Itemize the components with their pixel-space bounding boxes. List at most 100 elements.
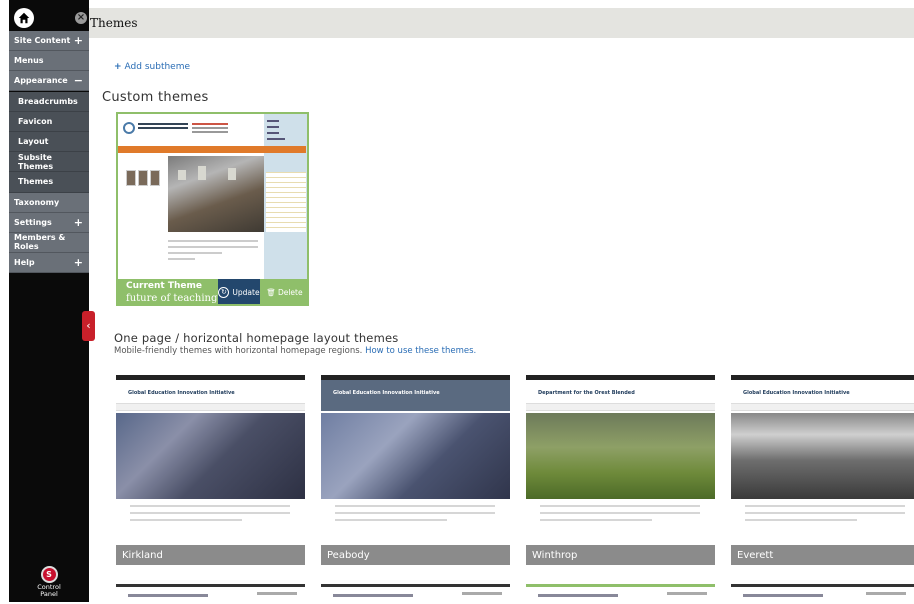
preview-menu	[116, 403, 305, 411]
preview-thumb	[126, 170, 136, 186]
plus-icon: +	[114, 62, 122, 72]
preview-thumbnails	[126, 170, 162, 190]
preview-link	[267, 126, 279, 128]
preview-site-name: Department for the Orest Blended	[538, 390, 635, 396]
preview-window	[228, 168, 236, 180]
add-subtheme-link[interactable]: + Add subtheme	[114, 62, 190, 72]
preview-logo-icon	[123, 122, 135, 134]
preview-link	[267, 138, 285, 140]
sidebar-item-taxonomy[interactable]: Taxonomy	[9, 192, 89, 213]
preview-line	[335, 512, 495, 514]
theme-card-row2-3[interactable]	[526, 584, 715, 604]
sidebar-subitem-themes[interactable]: Themes	[9, 172, 89, 193]
preview-hero	[116, 413, 305, 499]
theme-name: Winthrop	[526, 545, 715, 565]
preview-line	[168, 240, 258, 242]
theme-card-everett[interactable]: Global Education Innovation Initiative E…	[731, 375, 914, 565]
preview-hero	[731, 413, 914, 499]
control-panel-icon: S	[40, 566, 58, 583]
expand-icon[interactable]: +	[74, 216, 83, 229]
preview-title	[538, 594, 618, 597]
home-icon[interactable]	[14, 8, 34, 28]
preview-site-name: Global Education Innovation Initiative	[743, 390, 850, 396]
preview-links	[866, 592, 906, 595]
onepage-themes-description: Mobile-friendly themes with horizontal h…	[114, 346, 477, 356]
preview-line	[540, 519, 652, 521]
preview-top-bar	[731, 375, 914, 380]
current-theme-name: future of teaching	[126, 293, 218, 304]
expand-icon[interactable]: +	[74, 34, 83, 47]
admin-sidebar: × Site Content + Menus Appearance − Breadc…	[9, 0, 89, 602]
update-button[interactable]: ↻ Update	[218, 279, 260, 304]
theme-card-row2-2[interactable]	[321, 584, 510, 604]
preview-menu	[526, 403, 715, 411]
theme-name: Kirkland	[116, 545, 305, 565]
preview-site-name: Global Education Innovation Initiative	[128, 390, 235, 396]
preview-header-text	[192, 123, 228, 125]
sidebar-item-site-content[interactable]: Site Content +	[9, 31, 89, 51]
delete-button[interactable]: 🗑 Delete	[262, 279, 307, 304]
close-icon[interactable]: ×	[75, 12, 87, 24]
how-to-use-link[interactable]: How to use these themes.	[365, 346, 476, 356]
preview-text-lines	[335, 505, 495, 526]
preview-links	[462, 592, 502, 595]
sidebar-item-members-roles[interactable]: Members & Roles	[9, 232, 89, 253]
theme-name: Peabody	[321, 545, 510, 565]
trash-icon: 🗑	[266, 288, 276, 297]
preview-line	[745, 519, 857, 521]
sidebar-subitem-breadcrumbs[interactable]: Breadcrumbs	[9, 91, 89, 112]
preview-window	[198, 166, 206, 180]
preview-title	[128, 594, 208, 597]
theme-card-winthrop[interactable]: Department for the Orest Blended Winthro…	[526, 375, 715, 565]
preview-link	[267, 120, 279, 122]
theme-name: Everett	[731, 545, 914, 565]
control-panel-button[interactable]: S Control Panel	[35, 566, 63, 598]
control-panel-label: Control Panel	[37, 583, 61, 598]
sidebar-item-help[interactable]: Help +	[9, 253, 89, 274]
preview-line	[540, 512, 700, 514]
sidebar-item-menus[interactable]: Menus	[9, 51, 89, 72]
preview-hero	[321, 413, 510, 499]
preview-line	[130, 505, 290, 507]
collapse-icon[interactable]: −	[74, 74, 83, 87]
preview-site-name: Global Education Innovation Initiative	[333, 390, 440, 396]
preview-line	[130, 512, 290, 514]
preview-text-lines	[745, 505, 905, 526]
sidebar-subitem-favicon[interactable]: Favicon	[9, 111, 89, 132]
preview-link	[267, 132, 279, 134]
custom-theme-card[interactable]: Current Theme future of teaching ↻ Updat…	[116, 112, 309, 306]
preview-title	[743, 594, 823, 597]
sidebar-item-appearance[interactable]: Appearance −	[9, 71, 89, 92]
preview-title	[333, 594, 413, 597]
collapse-sidebar-icon[interactable]: ‹	[82, 311, 95, 341]
preview-calendar	[266, 172, 306, 232]
onepage-themes-heading: One page / horizontal homepage layout th…	[114, 331, 399, 345]
preview-line	[745, 512, 905, 514]
expand-icon[interactable]: +	[74, 256, 83, 269]
theme-card-peabody[interactable]: Global Education Innovation Initiative P…	[321, 375, 510, 565]
theme-card-kirkland[interactable]: Global Education Innovation Initiative K…	[116, 375, 305, 565]
preview-line	[130, 519, 242, 521]
preview-line	[540, 505, 700, 507]
theme-card-row2-1[interactable]	[116, 584, 305, 604]
refresh-icon: ↻	[218, 287, 230, 298]
preview-text-lines	[540, 505, 700, 526]
preview-thumb	[150, 170, 160, 186]
preview-line	[335, 505, 495, 507]
preview-links	[667, 592, 707, 595]
current-theme-bar: Current Theme future of teaching ↻ Updat…	[118, 279, 307, 304]
preview-links	[257, 592, 297, 595]
preview-logo-text	[138, 123, 188, 125]
preview-thumb	[138, 170, 148, 186]
preview-nav-bar	[118, 146, 306, 153]
sidebar-item-settings[interactable]: Settings +	[9, 212, 89, 233]
preview-line	[745, 505, 905, 507]
preview-text-lines	[168, 240, 258, 264]
preview-photo	[168, 156, 264, 232]
sidebar-subitem-layout[interactable]: Layout	[9, 131, 89, 153]
theme-card-row2-4[interactable]	[731, 584, 914, 604]
preview-hero	[526, 413, 715, 499]
current-theme-label: Current Theme	[126, 281, 202, 291]
sidebar-subitem-subsite-themes[interactable]: Subsite Themes	[9, 152, 89, 173]
preview-window	[178, 170, 186, 180]
